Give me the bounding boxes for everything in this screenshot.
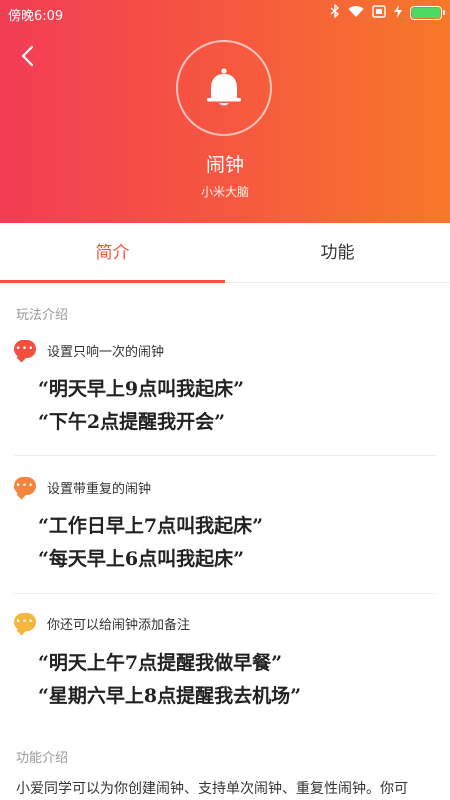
feature-section-title: 功能介绍 bbox=[16, 751, 69, 766]
chat-bubble-icon: ••• bbox=[14, 340, 36, 358]
status-bar: 傍晚6:09 bbox=[0, 0, 450, 26]
feature-description: 小爱同学可以为你创建闹钟、支持单次闹钟、重复性闹钟。你可 bbox=[16, 781, 408, 797]
tab-intro[interactable]: 简介 bbox=[0, 223, 225, 283]
chevron-left-icon bbox=[21, 45, 34, 67]
example-phrase: “明天上午7点提醒我做早餐” bbox=[38, 652, 283, 674]
example-phrase: “明天早上9点叫我起床” bbox=[38, 378, 245, 400]
divider bbox=[14, 455, 436, 456]
tab-features[interactable]: 功能 bbox=[225, 223, 450, 283]
app-subtitle: 小米大脑 bbox=[200, 185, 249, 199]
example-phrase: “每天早上6点叫我起床” bbox=[38, 548, 245, 570]
status-time: 傍晚6:09 bbox=[8, 9, 64, 24]
usage-item-title: 设置只响一次的闹钟 bbox=[47, 345, 165, 360]
usage-item-title: 你还可以给闹钟添加备注 bbox=[47, 618, 191, 633]
wifi-icon bbox=[348, 5, 364, 22]
example-phrase: “下午2点提醒我开会” bbox=[38, 411, 226, 433]
charging-icon bbox=[394, 4, 402, 22]
divider bbox=[14, 593, 436, 594]
battery-icon bbox=[410, 6, 445, 20]
chat-bubble-icon: ••• bbox=[14, 477, 36, 495]
app-icon bbox=[176, 40, 272, 136]
bell-icon bbox=[207, 68, 241, 106]
app-header: 傍晚6:09 闹钟 小米大脑 bbox=[0, 0, 450, 223]
back-button[interactable] bbox=[14, 42, 42, 70]
status-icons bbox=[330, 3, 445, 22]
usage-section-title: 玩法介绍 bbox=[16, 308, 69, 323]
app-title: 闹钟 bbox=[205, 154, 244, 176]
example-phrase: “工作日早上7点叫我起床” bbox=[38, 515, 264, 537]
bluetooth-icon bbox=[330, 3, 340, 22]
chat-bubble-icon: ••• bbox=[14, 613, 36, 631]
usage-item-title: 设置带重复的闹钟 bbox=[47, 482, 152, 497]
sim-icon bbox=[372, 4, 386, 22]
tab-bar: 简介 功能 bbox=[0, 223, 450, 283]
active-tab-indicator bbox=[0, 280, 225, 283]
example-phrase: “星期六早上8点提醒我去机场” bbox=[38, 685, 302, 707]
